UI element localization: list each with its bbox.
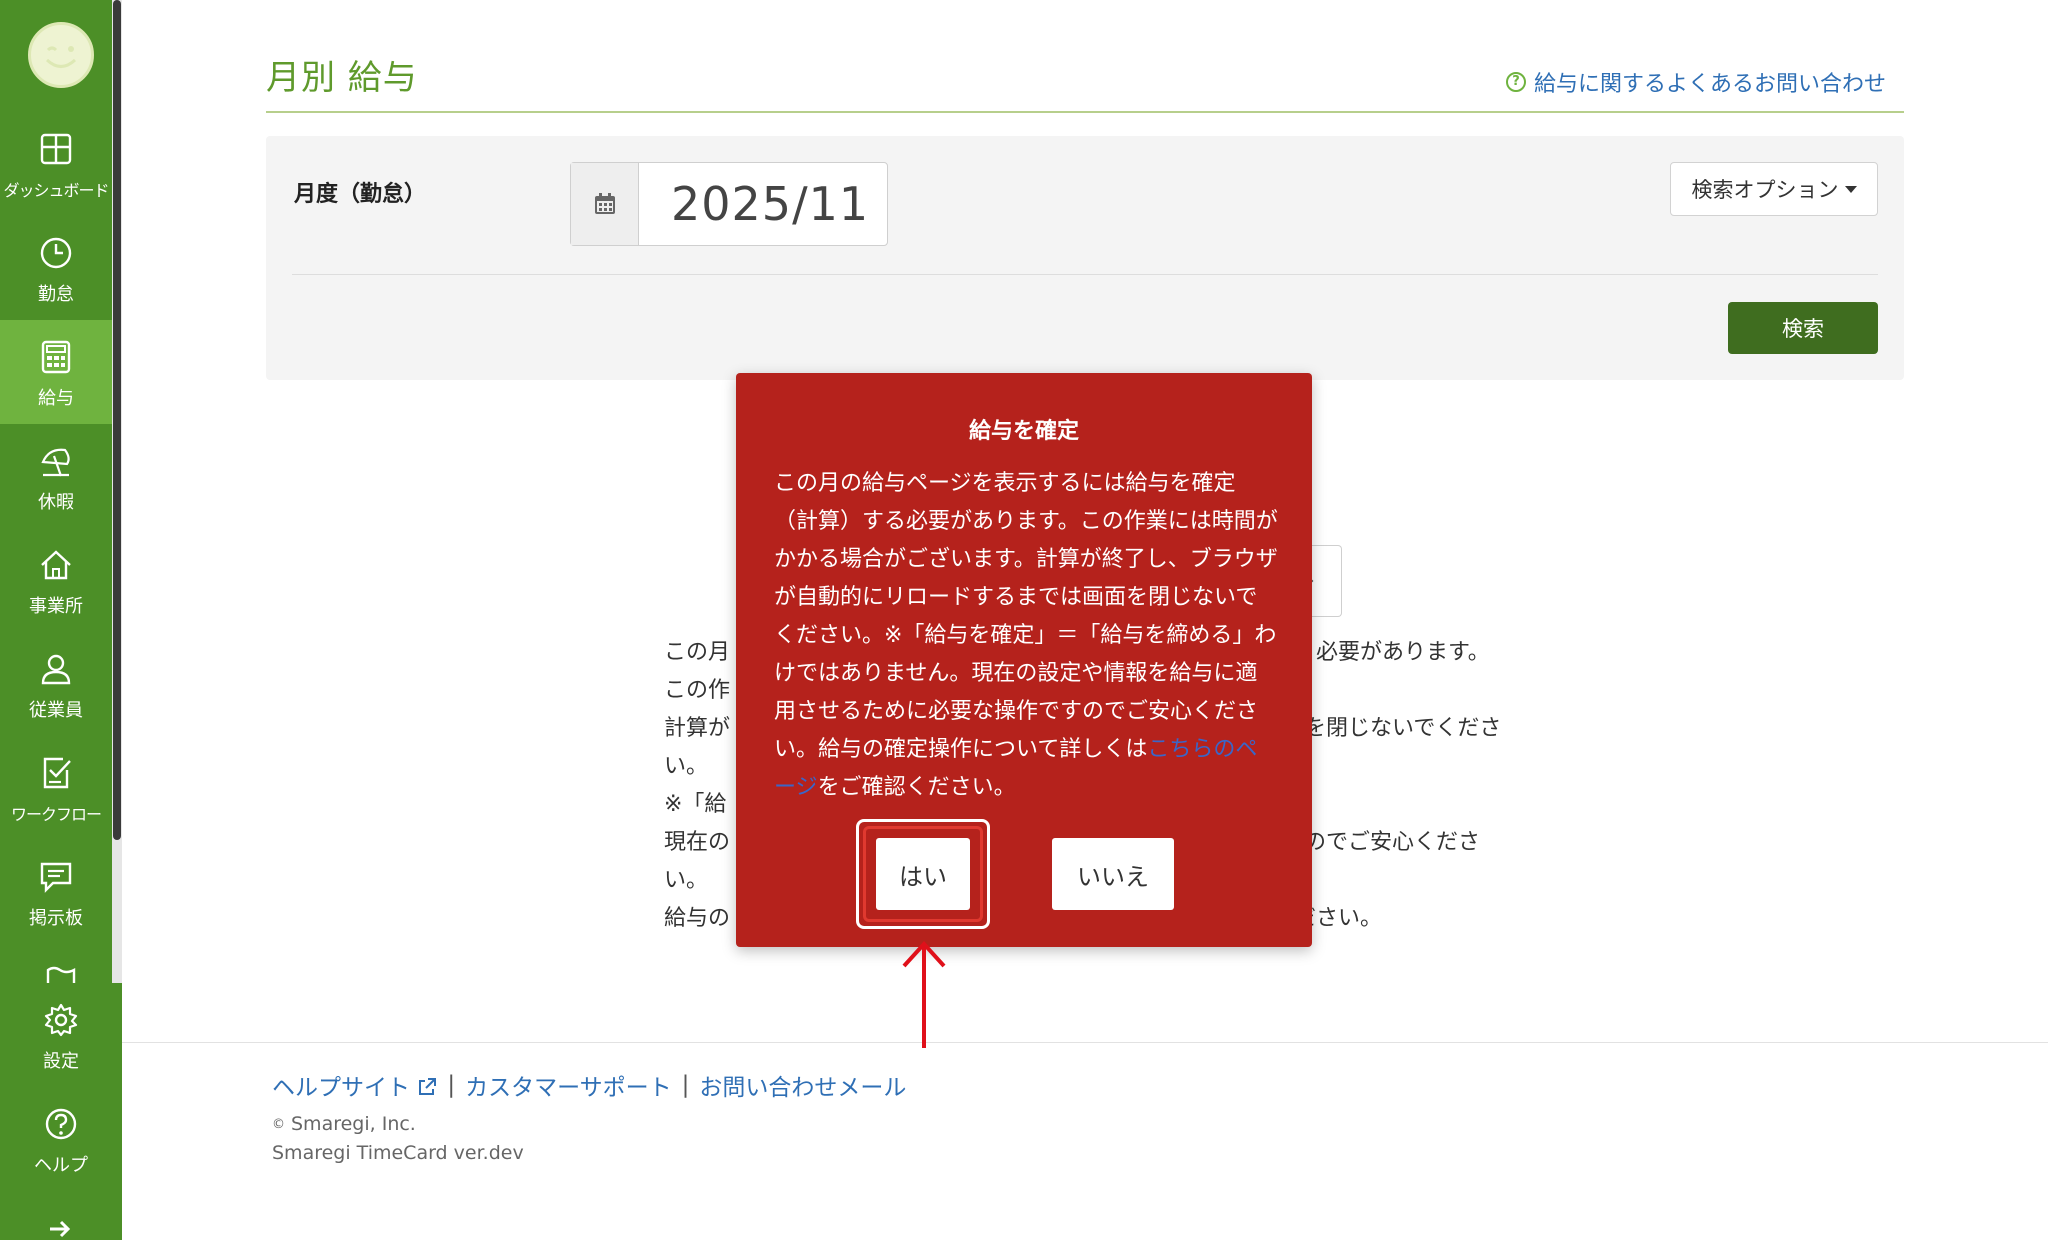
dialog-body-text-end: をご確認ください。 — [817, 775, 1016, 800]
sidebar-item-payroll[interactable]: 給与 — [0, 320, 112, 424]
question-circle-icon: ? — [1505, 72, 1526, 92]
help-site-link[interactable]: ヘルプサイト — [272, 1068, 437, 1102]
sidebar-scrollbar[interactable] — [112, 0, 122, 983]
sidebar-item-attendance[interactable]: 勤怠 — [0, 216, 112, 320]
page-title: 月別 給与 — [266, 58, 418, 98]
sidebar-item-label: 休暇 — [38, 492, 74, 513]
copyright-text: Smaregi, Inc. — [291, 1113, 416, 1135]
panel-divider — [292, 274, 1878, 275]
version-text: Smaregi TimeCard ver.dev — [272, 1142, 524, 1164]
notice-line: 現在の — [664, 830, 731, 855]
sidebar-item-leave[interactable]: 休暇 — [0, 424, 112, 528]
sidebar-item-label: ヘルプ — [34, 1155, 88, 1176]
confirm-payroll-dialog: 給与を確定 この月の給与ページを表示するには給与を確定（計算）する必要があります… — [736, 373, 1312, 947]
external-link-icon — [419, 1078, 437, 1095]
sidebar-item-settings[interactable]: 設定 — [0, 983, 122, 1087]
document-icon — [46, 966, 76, 983]
search-options-label: 検索オプション — [1691, 178, 1839, 202]
notice-line-fragment: のでご安心くださ — [1304, 830, 1481, 855]
person-icon — [41, 654, 71, 685]
sidebar-bottom: 設定 ヘルプ — [0, 983, 122, 1240]
question-icon — [45, 1108, 77, 1140]
sidebar-item-label: 給与 — [38, 388, 74, 409]
help-site-label: ヘルプサイト — [272, 1075, 410, 1101]
sidebar-item-dashboard[interactable]: ダッシュボード — [0, 112, 112, 216]
gear-icon — [44, 1003, 78, 1037]
copyright-line: © Smaregi, Inc. — [272, 1110, 524, 1139]
clock-icon — [40, 237, 72, 269]
sidebar: ダッシュボード 勤怠 給与 休暇 事業所 従業員 ワークフロー 掲示板 設定 ヘ… — [0, 0, 122, 1240]
sidebar-item-label: 事業所 — [29, 596, 83, 617]
home-icon — [41, 550, 71, 580]
sidebar-item-label: 掲示板 — [29, 908, 83, 929]
month-value[interactable]: 2025/11 — [639, 163, 887, 245]
sidebar-next-item-peek — [46, 966, 76, 983]
sidebar-item-label: 従業員 — [29, 700, 83, 721]
search-button[interactable]: 検索 — [1728, 302, 1878, 354]
yes-button[interactable]: はい — [876, 838, 970, 910]
calculator-icon — [41, 340, 71, 374]
chat-bubble-icon — [40, 862, 72, 893]
notice-line: この月 — [664, 640, 731, 665]
notice-line-fragment: を閉じないでくださ — [1304, 716, 1502, 741]
notice-line: 給与の — [664, 906, 731, 931]
contact-mail-link[interactable]: お問い合わせメール — [699, 1068, 906, 1102]
footer-separator: | — [681, 1072, 690, 1098]
search-options-button[interactable]: 検索オプション — [1670, 162, 1878, 216]
sidebar-item-workflow[interactable]: ワークフロー — [0, 736, 112, 840]
faq-link[interactable]: ? 給与に関するよくあるお問い合わせ — [1505, 66, 1886, 98]
no-button[interactable]: いいえ — [1052, 838, 1174, 910]
calendar-icon — [594, 193, 615, 214]
dialog-body: この月の給与ページを表示するには給与を確定（計算）する必要があります。この作業に… — [774, 465, 1278, 807]
avatar[interactable] — [28, 22, 94, 88]
search-panel: 月度（勤怠） 2025/11 検索オプション 検索 — [266, 136, 1904, 380]
dialog-title: 給与を確定 — [968, 419, 1079, 444]
sidebar-item-label: ダッシュボード — [3, 181, 109, 200]
faq-link-label: 給与に関するよくあるお問い合わせ — [1533, 72, 1886, 97]
sidebar-item-office[interactable]: 事業所 — [0, 528, 112, 632]
notice-line: この作 — [664, 678, 731, 703]
dialog-body-text: この月の給与ページを表示するには給与を確定（計算）する必要があります。この作業に… — [774, 471, 1278, 762]
expand-arrow-icon[interactable] — [48, 1219, 72, 1239]
notice-line: い。 — [664, 868, 709, 893]
checklist-icon — [43, 757, 71, 789]
sidebar-item-label: ワークフロー — [10, 805, 102, 824]
title-divider — [266, 111, 1904, 113]
copyright: © Smaregi, Inc. Smaregi TimeCard ver.dev — [272, 1110, 524, 1168]
notice-line-fragment: 必要があります。 — [1316, 640, 1490, 665]
footer-divider — [122, 1042, 2048, 1043]
copyright-mark: © — [272, 1117, 285, 1132]
month-input[interactable]: 2025/11 — [570, 162, 888, 246]
sidebar-item-label: 勤怠 — [38, 284, 74, 305]
customer-support-link[interactable]: カスタマーサポート — [465, 1068, 672, 1102]
footer-separator: | — [447, 1072, 456, 1098]
sidebar-item-help[interactable]: ヘルプ — [0, 1087, 122, 1191]
calendar-addon[interactable] — [571, 163, 639, 245]
notice-line: ※「給 — [664, 792, 727, 817]
notice-line: 計算が — [664, 716, 731, 741]
beach-umbrella-icon — [41, 448, 70, 477]
sidebar-item-board[interactable]: 掲示板 — [0, 840, 112, 944]
annotation-arrow-icon — [902, 941, 946, 1048]
sidebar-item-label: 設定 — [43, 1051, 79, 1072]
sidebar-nav: ダッシュボード 勤怠 給与 休暇 事業所 従業員 ワークフロー 掲示板 — [0, 0, 112, 983]
month-label: 月度（勤怠） — [294, 182, 427, 207]
footer-links: ヘルプサイト | カスタマーサポート | お問い合わせメール — [272, 1068, 906, 1102]
sidebar-scrollbar-thumb[interactable] — [113, 0, 121, 840]
dashboard-icon — [40, 133, 72, 165]
smiley-icon — [45, 46, 77, 68]
caret-down-icon — [1844, 185, 1857, 193]
notice-line: い。 — [664, 754, 709, 779]
sidebar-item-employees[interactable]: 従業員 — [0, 632, 112, 736]
